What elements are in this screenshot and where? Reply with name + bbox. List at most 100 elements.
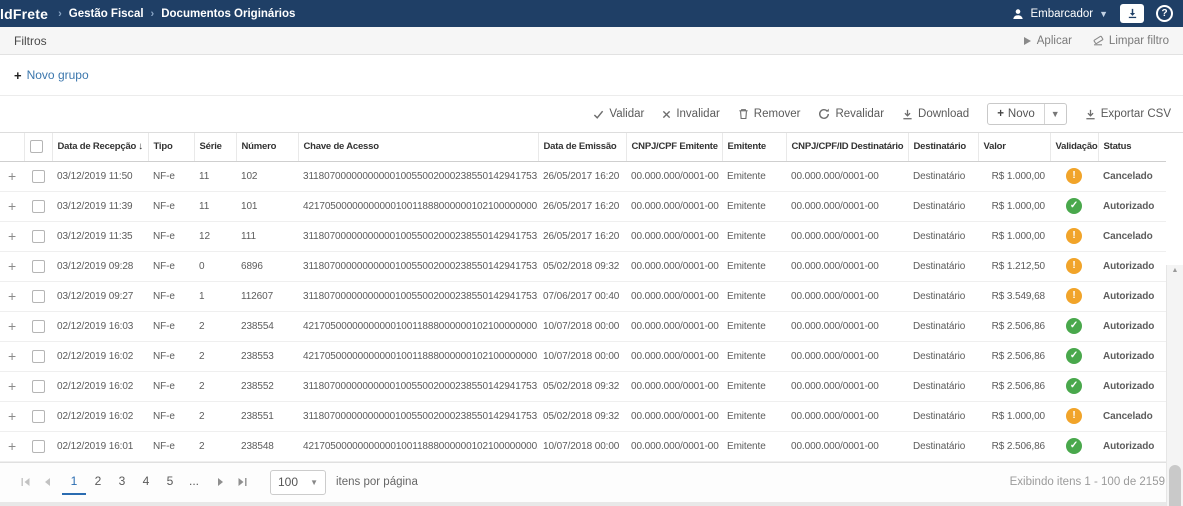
cell-cnpj_emitente: 00.000.000/0001-00 — [626, 401, 722, 431]
next-page-button[interactable] — [210, 475, 231, 489]
row-checkbox[interactable] — [32, 380, 45, 393]
validation-warning-icon: ! — [1066, 258, 1082, 274]
row-checkbox[interactable] — [32, 440, 45, 453]
cell-validacao: ! — [1050, 281, 1098, 311]
table-row[interactable]: +03/12/2019 11:50NF-e1110231180700000000… — [0, 161, 1166, 191]
row-checkbox[interactable] — [32, 290, 45, 303]
table-row[interactable]: +03/12/2019 09:28NF-e0689631180700000000… — [0, 251, 1166, 281]
row-expand-icon[interactable]: + — [8, 258, 16, 274]
cell-status: Autorizado — [1098, 311, 1166, 341]
row-expand-icon[interactable]: + — [8, 408, 16, 424]
breadcrumb-gestao-fiscal[interactable]: Gestão Fiscal — [69, 8, 144, 20]
row-expand-icon[interactable]: + — [8, 438, 16, 454]
new-document-button[interactable]: + Novo — [988, 104, 1045, 124]
row-expand-icon[interactable]: + — [8, 228, 16, 244]
row-checkbox[interactable] — [32, 170, 45, 183]
cell-tipo: NF-e — [148, 161, 194, 191]
help-button[interactable]: ? — [1156, 5, 1173, 22]
filters-actions: Aplicar Limpar filtro — [1022, 35, 1169, 47]
validation-success-icon: ✓ — [1066, 198, 1082, 214]
last-page-button[interactable] — [231, 475, 254, 489]
header-status[interactable]: Status — [1098, 133, 1166, 161]
page-button-4[interactable]: 4 — [134, 469, 158, 495]
cell-numero: 102 — [236, 161, 298, 191]
row-expand-icon[interactable]: + — [8, 168, 16, 184]
prev-page-button[interactable] — [37, 475, 58, 489]
cell-tipo: NF-e — [148, 191, 194, 221]
header-data-emissao[interactable]: Data de Emissão — [538, 133, 626, 161]
horizontal-scrollbar[interactable] — [0, 502, 1183, 506]
new-document-dropdown-button[interactable]: ▼ — [1045, 104, 1066, 124]
first-page-button[interactable] — [14, 475, 37, 489]
page-size-select[interactable]: 100 ▼ — [270, 470, 326, 495]
header-emitente[interactable]: Emitente — [722, 133, 786, 161]
cell-destinatario: Destinatário — [908, 341, 978, 371]
header-tipo[interactable]: Tipo — [148, 133, 194, 161]
page-button-5[interactable]: 5 — [158, 469, 182, 495]
header-cnpj-emitente[interactable]: CNPJ/CPF Emitente — [626, 133, 722, 161]
revalidate-label: Revalidar — [835, 108, 884, 120]
remove-button[interactable]: Remover — [738, 108, 801, 120]
row-expand-icon[interactable]: + — [8, 348, 16, 364]
row-checkbox[interactable] — [32, 260, 45, 273]
header-destinatario[interactable]: Destinatário — [908, 133, 978, 161]
row-expand-icon[interactable]: + — [8, 318, 16, 334]
page-button-1[interactable]: 1 — [62, 469, 86, 495]
app-logo[interactable]: ldFrete — [0, 6, 48, 22]
topbar-download-button[interactable] — [1120, 4, 1144, 23]
row-expand-icon[interactable]: + — [8, 288, 16, 304]
row-checkbox[interactable] — [32, 230, 45, 243]
cell-status: Autorizado — [1098, 251, 1166, 281]
header-validacao[interactable]: Validação — [1050, 133, 1098, 161]
page-ellipsis[interactable]: ... — [182, 469, 206, 495]
select-all-checkbox[interactable] — [30, 140, 43, 153]
cell-destinatario: Destinatário — [908, 161, 978, 191]
revalidate-button[interactable]: Revalidar — [818, 108, 884, 120]
breadcrumb-documentos-originarios[interactable]: Documentos Originários — [161, 8, 295, 20]
header-cnpj-destinatario[interactable]: CNPJ/CPF/ID Destinatário — [786, 133, 908, 161]
clear-filter-label: Limpar filtro — [1109, 35, 1169, 47]
row-checkbox[interactable] — [32, 200, 45, 213]
cell-cnpj_emitente: 00.000.000/0001-00 — [626, 311, 722, 341]
table-row[interactable]: +02/12/2019 16:01NF-e2238548421705000000… — [0, 431, 1166, 461]
row-checkbox[interactable] — [32, 410, 45, 423]
user-menu[interactable]: Embarcador ▼ — [1012, 8, 1108, 20]
header-chave-acesso[interactable]: Chave de Acesso — [298, 133, 538, 161]
cell-validacao: ✓ — [1050, 341, 1098, 371]
invalidate-button[interactable]: Invalidar — [662, 108, 719, 120]
row-checkbox[interactable] — [32, 320, 45, 333]
topbar-actions: Embarcador ▼ ? — [1012, 4, 1173, 23]
cell-emitente: Emitente — [722, 371, 786, 401]
download-button[interactable]: Download — [902, 108, 969, 120]
breadcrumb: › Gestão Fiscal › Documentos Originários — [58, 8, 295, 20]
cell-emissao: 07/06/2017 00:40 — [538, 281, 626, 311]
row-expand-icon[interactable]: + — [8, 198, 16, 214]
cell-emitente: Emitente — [722, 191, 786, 221]
header-valor[interactable]: Valor — [978, 133, 1050, 161]
scroll-up-icon[interactable]: ▲ — [1167, 267, 1183, 274]
table-row[interactable]: +03/12/2019 11:35NF-e1211131180700000000… — [0, 221, 1166, 251]
header-data-recepcao[interactable]: Data de Recepção↓ — [52, 133, 148, 161]
new-group-button[interactable]: + Novo grupo — [14, 68, 89, 83]
new-document-label: Novo — [1008, 108, 1035, 120]
table-row[interactable]: +02/12/2019 16:02NF-e2238553421705000000… — [0, 341, 1166, 371]
validate-button[interactable]: Validar — [593, 108, 644, 120]
row-checkbox[interactable] — [32, 350, 45, 363]
pagination-summary: Exibindo itens 1 - 100 de 2159 — [1010, 476, 1169, 488]
scrollbar-thumb[interactable] — [1169, 465, 1181, 506]
table-row[interactable]: +03/12/2019 11:39NF-e1110142170500000000… — [0, 191, 1166, 221]
export-csv-button[interactable]: Exportar CSV — [1085, 108, 1171, 120]
filter-panel: + Novo grupo — [0, 55, 1183, 96]
page-button-3[interactable]: 3 — [110, 469, 134, 495]
apply-filter-button[interactable]: Aplicar — [1022, 35, 1072, 47]
vertical-scrollbar[interactable]: ▲ ▼ — [1166, 265, 1183, 506]
header-serie[interactable]: Série — [194, 133, 236, 161]
clear-filter-button[interactable]: Limpar filtro — [1092, 35, 1169, 47]
table-row[interactable]: +02/12/2019 16:02NF-e2238551311807000000… — [0, 401, 1166, 431]
table-row[interactable]: +03/12/2019 09:27NF-e1112607311807000000… — [0, 281, 1166, 311]
row-expand-icon[interactable]: + — [8, 378, 16, 394]
table-row[interactable]: +02/12/2019 16:02NF-e2238552311807000000… — [0, 371, 1166, 401]
page-button-2[interactable]: 2 — [86, 469, 110, 495]
table-row[interactable]: +02/12/2019 16:03NF-e2238554421705000000… — [0, 311, 1166, 341]
header-numero[interactable]: Número — [236, 133, 298, 161]
